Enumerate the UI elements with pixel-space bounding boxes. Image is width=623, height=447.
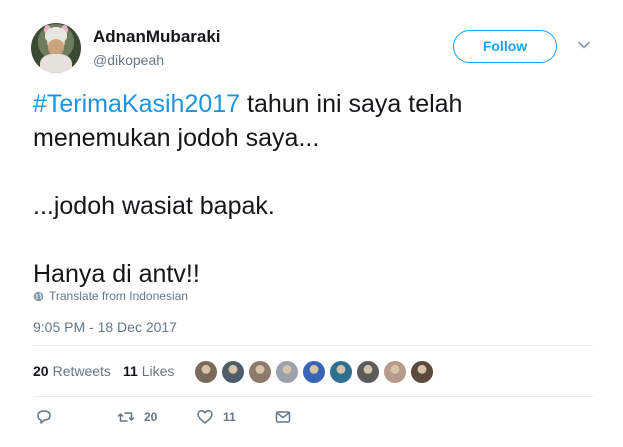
liker-avatars xyxy=(194,360,437,384)
liker-avatar[interactable] xyxy=(329,360,353,384)
reply-icon xyxy=(37,410,51,424)
author-handle[interactable]: @dikopeah xyxy=(93,52,164,68)
heart-icon xyxy=(197,410,213,424)
liker-avatar[interactable] xyxy=(383,360,407,384)
liker-avatar[interactable] xyxy=(194,360,218,384)
tweet-text: #TerimaKasih2017 tahun ini saya telah me… xyxy=(33,87,593,291)
retweets-label: Retweets xyxy=(52,363,111,379)
tweet-stats: 20 Retweets 11 Likes xyxy=(33,363,186,379)
likes-count: 11 xyxy=(122,363,138,379)
tweet-line-1: #TerimaKasih2017 tahun ini saya telah xyxy=(33,87,593,121)
translate-label: Translate from Indonesian xyxy=(49,289,188,303)
likes-stat[interactable]: 11 Likes xyxy=(123,363,175,379)
translate-link[interactable]: Translate from Indonesian xyxy=(33,289,188,303)
liker-avatar[interactable] xyxy=(248,360,272,384)
retweets-count: 20 xyxy=(33,363,49,379)
liker-avatar[interactable] xyxy=(221,360,245,384)
liker-avatar[interactable] xyxy=(410,360,434,384)
direct-message-button[interactable] xyxy=(274,408,292,426)
like-count: 11 xyxy=(223,410,236,424)
follow-button[interactable]: Follow xyxy=(453,30,557,63)
like-button[interactable]: 11 xyxy=(196,408,236,426)
author-avatar[interactable] xyxy=(31,23,81,73)
tweet-line-3: ...jodoh wasiat bapak. xyxy=(33,192,275,220)
reply-button[interactable] xyxy=(35,408,62,426)
tweet-actions: 20 11 xyxy=(33,408,333,430)
retweets-stat[interactable]: 20 Retweets xyxy=(33,363,111,379)
likes-label: Likes xyxy=(141,363,175,379)
tweet-line-2: menemukan jodoh saya... xyxy=(33,124,320,152)
author-display-name[interactable]: AdnanMubaraki xyxy=(93,27,221,47)
chevron-down-icon[interactable] xyxy=(577,38,591,52)
liker-avatar[interactable] xyxy=(356,360,380,384)
liker-avatar[interactable] xyxy=(302,360,326,384)
hashtag-link[interactable]: #TerimaKasih2017 xyxy=(33,90,240,118)
divider-bottom xyxy=(33,396,593,397)
globe-icon xyxy=(33,291,44,301)
liker-avatar[interactable] xyxy=(275,360,299,384)
tweet-card: AdnanMubaraki @dikopeah Follow #TerimaKa… xyxy=(0,0,623,447)
retweet-count: 20 xyxy=(144,410,158,424)
tweet-line-4: Hanya di antv!! xyxy=(33,260,200,288)
retweet-button[interactable]: 20 xyxy=(117,408,157,426)
tweet-line-1-rest: tahun ini saya telah xyxy=(240,90,463,118)
avatar-body xyxy=(40,54,72,73)
divider-top xyxy=(33,345,593,346)
envelope-icon xyxy=(275,411,291,423)
retweet-icon xyxy=(117,412,135,422)
tweet-timestamp[interactable]: 9:05 PM - 18 Dec 2017 xyxy=(33,319,177,335)
